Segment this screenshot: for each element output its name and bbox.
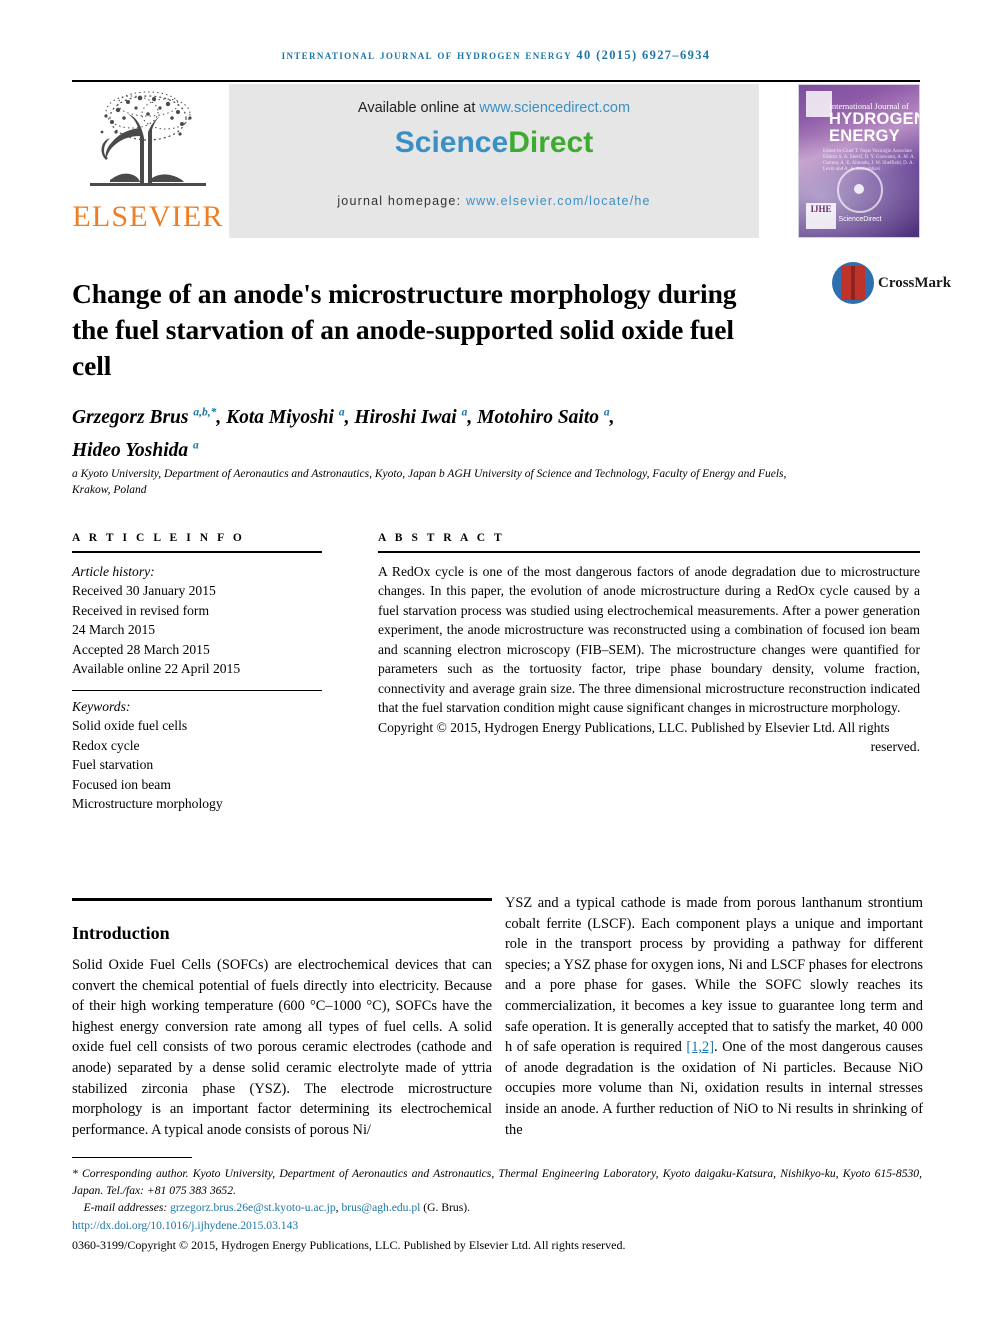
keywords-label: Keywords: — [72, 698, 131, 714]
abstract-column: A B S T R A C T A RedOx cycle is one of … — [378, 532, 920, 757]
article-history: Article history: Received 30 January 201… — [72, 562, 322, 679]
intro-right-part1: YSZ and a typical cathode is made from p… — [505, 895, 923, 1056]
email-link-2[interactable]: brus@agh.edu.pl — [341, 1201, 420, 1214]
history-item: Available online 22 April 2015 — [72, 661, 241, 677]
cover-sciencedirect-mark: ScienceDirect — [838, 216, 882, 223]
section-rule — [72, 898, 492, 901]
citation-link-1-2[interactable]: [1,2] — [686, 1039, 714, 1055]
abstract-heading: A B S T R A C T — [378, 532, 505, 544]
history-item: Accepted 28 March 2015 — [72, 641, 210, 657]
running-head: international journal of hydrogen energy… — [281, 48, 711, 62]
email-addresses-label: E-mail addresses: — [83, 1201, 171, 1214]
sciencedirect-link[interactable]: www.sciencedirect.com — [479, 100, 630, 116]
journal-homepage-label: journal homepage: — [337, 194, 466, 208]
history-item: Received 30 January 2015 — [72, 583, 216, 599]
header-rule — [72, 80, 920, 82]
elsevier-logo: ELSEVIER — [72, 84, 224, 238]
abstract-rule — [378, 551, 920, 553]
introduction-right-column: YSZ and a typical cathode is made from p… — [505, 893, 923, 1140]
keyword-item: Focused ion beam — [72, 776, 171, 792]
section-heading-introduction: Introduction — [72, 922, 170, 943]
available-online-label: Available online at — [357, 100, 480, 116]
introduction-left-column: Solid Oxide Fuel Cells (SOFCs) are elect… — [72, 957, 492, 1138]
elsevier-tree-icon — [90, 91, 206, 186]
author-list: Grzegorz Brus a,b,*, Kota Miyoshi a, Hir… — [72, 398, 792, 465]
issn-copyright-line: 0360-3199/Copyright © 2015, Hydrogen Ene… — [72, 1238, 626, 1252]
article-info-heading: A R T I C L E I N F O — [72, 532, 245, 544]
abstract-copyright: Copyright © 2015, Hydrogen Energy Public… — [378, 719, 890, 735]
email-link-1[interactable]: grzegorz.brus.26e@st.kyoto-u.ac.jp — [170, 1201, 336, 1214]
history-item: 24 March 2015 — [72, 622, 156, 638]
author-line-1: Grzegorz Brus a,b,*, Kota Miyoshi a, Hir… — [72, 406, 615, 428]
affiliation-list: a Kyoto University, Department of Aerona… — [72, 468, 787, 496]
article-info-rule — [72, 551, 322, 553]
footnote-rule — [72, 1157, 192, 1158]
article-info-column: A R T I C L E I N F O Article history: R… — [72, 532, 322, 814]
keyword-item: Microstructure morphology — [72, 796, 223, 812]
keyword-item: Fuel starvation — [72, 757, 154, 773]
sciencedirect-banner: Available online at www.sciencedirect.co… — [229, 84, 759, 238]
sciencedirect-logo[interactable]: ScienceDirect — [229, 126, 759, 160]
keyword-item: Redox cycle — [72, 737, 140, 753]
crossmark-label: CrossMark — [878, 275, 952, 291]
keyword-item: Solid oxide fuel cells — [72, 718, 188, 734]
history-item: Received in revised form — [72, 602, 210, 618]
email-author-tail: (G. Brus). — [420, 1201, 470, 1214]
sciencedirect-logo-direct: Direct — [508, 126, 594, 159]
journal-cover-image: International Journal of HYDROGEN ENERGY … — [798, 84, 920, 238]
author-line-2: Hideo Yoshida a — [72, 439, 199, 462]
keywords-rule — [72, 689, 322, 691]
cover-title-energy: ENERGY — [829, 127, 900, 145]
corresponding-author-note: * Corresponding author. Kyoto University… — [72, 1167, 922, 1197]
abstract-text: A RedOx cycle is one of the most dangero… — [378, 563, 920, 716]
crossmark-icon — [832, 262, 874, 304]
available-online-line: Available online at www.sciencedirect.co… — [229, 100, 759, 116]
cover-title-large: HYDROGEN ENERGY — [829, 111, 919, 145]
email-addresses-line: E-mail addresses: grzegorz.brus.26e@st.k… — [72, 1200, 922, 1217]
cover-title-hydrogen: HYDROGEN — [829, 110, 920, 128]
footnote-block: * Corresponding author. Kyoto University… — [72, 1166, 922, 1254]
masthead: ELSEVIER Available online at www.science… — [72, 84, 920, 238]
abstract-copyright-tail: reserved. — [870, 739, 920, 755]
sciencedirect-logo-science: Science — [394, 126, 509, 159]
elsevier-wordmark: ELSEVIER — [72, 200, 224, 233]
doi-line: http://dx.doi.org/10.1016/j.ijhydene.201… — [72, 1218, 922, 1235]
crossmark-badge[interactable]: CrossMark — [832, 262, 951, 308]
page-title: Change of an anode's microstructure morp… — [72, 278, 737, 382]
journal-article-page: international journal of hydrogen energy… — [0, 0, 992, 1323]
cover-ring-graphic — [837, 167, 883, 213]
keyword-list: Keywords: Solid oxide fuel cells Redox c… — [72, 697, 322, 814]
doi-link[interactable]: http://dx.doi.org/10.1016/j.ijhydene.201… — [72, 1219, 298, 1232]
journal-homepage-line: journal homepage: www.elsevier.com/locat… — [229, 194, 759, 208]
journal-homepage-link[interactable]: www.elsevier.com/locate/he — [466, 194, 651, 208]
article-history-label: Article history: — [72, 563, 155, 579]
